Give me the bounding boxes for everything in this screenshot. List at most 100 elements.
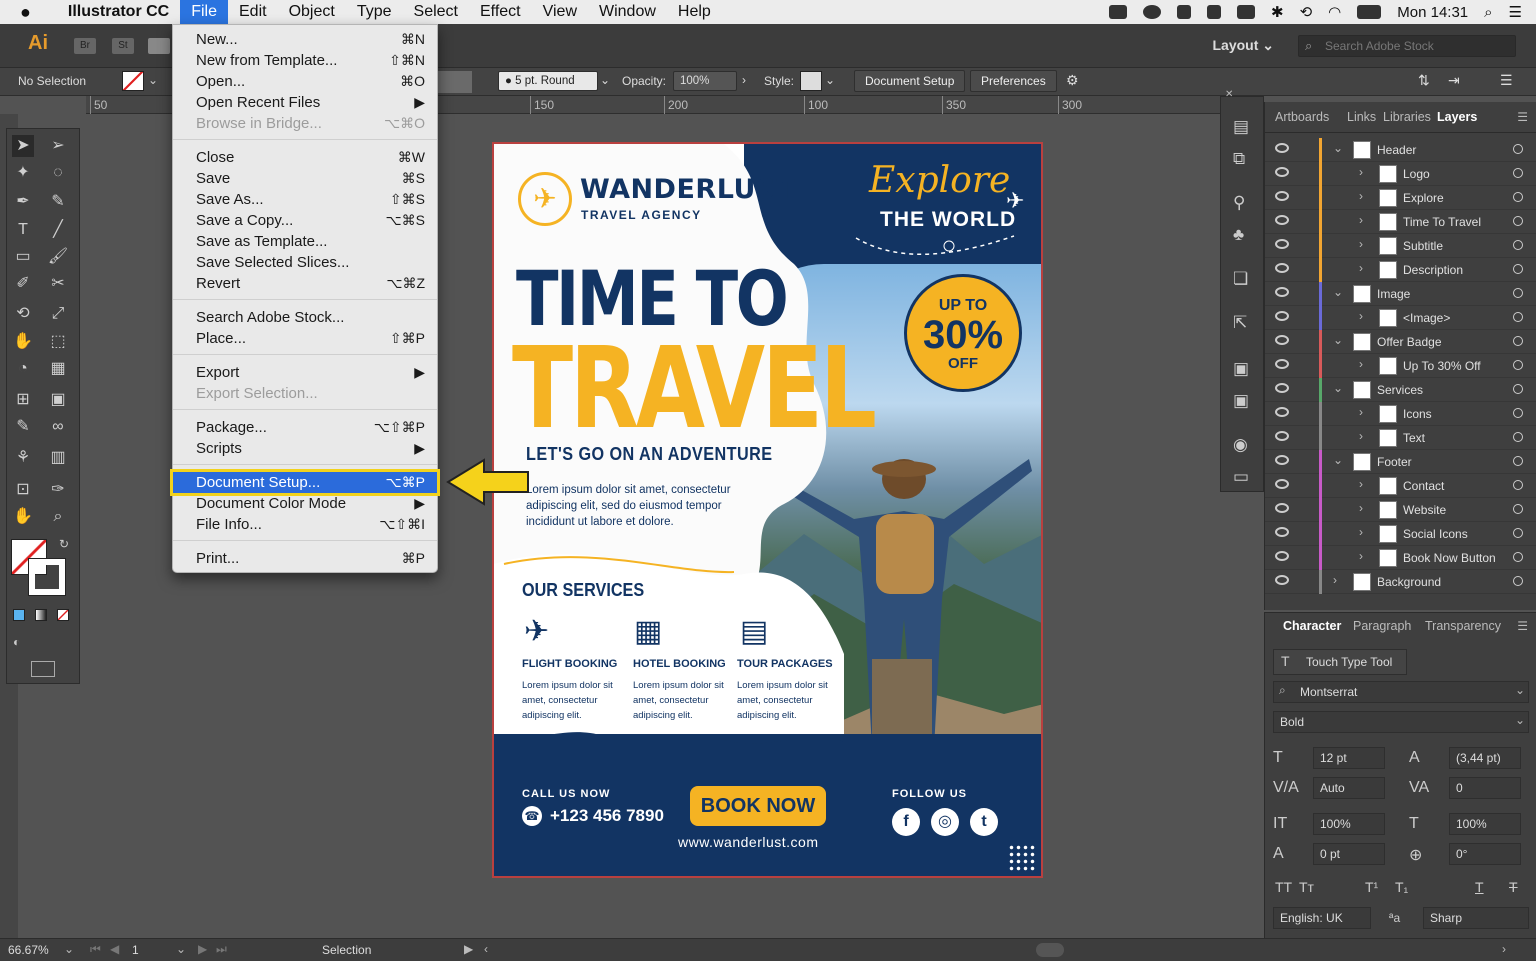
dock-close-icon[interactable]: ✕ <box>1225 89 1233 100</box>
chevron-right-icon[interactable]: › <box>1359 213 1363 227</box>
stroke-color-swatch[interactable] <box>28 558 66 596</box>
font-family-select[interactable]: Montserrat <box>1273 681 1529 703</box>
next-artboard-icon[interactable]: ▶ <box>198 942 207 956</box>
arrange-icon[interactable]: ⚙ <box>1066 72 1079 89</box>
subscript-icon[interactable]: T₁ <box>1395 879 1408 895</box>
puppet-warp-icon[interactable]: ✋ <box>12 331 34 353</box>
screen-mode-icon[interactable] <box>31 661 55 677</box>
time-machine-icon[interactable]: ⟲ <box>1300 3 1313 21</box>
visibility-eye-icon[interactable] <box>1275 551 1289 561</box>
menu-item-save-as[interactable]: Save As... ⇧⌘S <box>173 189 437 210</box>
target-circle-icon[interactable] <box>1513 144 1523 154</box>
menu-item-save[interactable]: Save ⌘S <box>173 168 437 189</box>
tab-layers[interactable]: Layers <box>1437 110 1477 124</box>
target-circle-icon[interactable] <box>1513 456 1523 466</box>
paintbrush-icon[interactable]: 🖌 <box>47 246 69 268</box>
layer-row[interactable]: › Text <box>1265 426 1536 450</box>
layer-row[interactable]: › Book Now Button <box>1265 546 1536 570</box>
swap-colors-icon[interactable]: ↻ <box>59 537 69 551</box>
spotlight-icon[interactable]: ⌕ <box>1484 4 1492 21</box>
zoom-tool-icon[interactable]: ⌕ <box>47 506 69 528</box>
chevron-right-icon[interactable]: › <box>1359 501 1363 515</box>
bridge-button[interactable]: Br <box>74 38 96 54</box>
export-panel-icon[interactable]: ⇱ <box>1233 313 1247 333</box>
menu-item-document-color-mode[interactable]: Document Color Mode ▶ <box>173 493 437 514</box>
opacity-arrow-icon[interactable]: › <box>742 73 746 87</box>
stock-button[interactable]: St <box>112 38 134 54</box>
layers-panel-icon[interactable]: ▣ <box>1233 391 1249 411</box>
artboard[interactable]: ✈ WANDERLUST TRAVEL AGENCY Explore THE W… <box>492 142 1043 878</box>
target-circle-icon[interactable] <box>1513 408 1523 418</box>
target-circle-icon[interactable] <box>1513 432 1523 442</box>
chevron-down-icon[interactable]: ⌄ <box>1333 141 1343 155</box>
target-circle-icon[interactable] <box>1513 504 1523 514</box>
menu-help[interactable]: Help <box>667 0 722 24</box>
all-caps-icon[interactable]: TT <box>1275 879 1292 895</box>
pen-tool-icon[interactable]: ✒ <box>12 191 34 213</box>
language-select[interactable]: English: UK <box>1273 907 1371 929</box>
arrange-documents-icon[interactable] <box>148 38 170 54</box>
chevron-down-icon[interactable]: ⌄ <box>1333 285 1343 299</box>
tracking-field[interactable]: 0 <box>1449 777 1521 799</box>
layer-row[interactable]: › <Image> <box>1265 306 1536 330</box>
menu-item-open[interactable]: Open... ⌘O <box>173 71 437 92</box>
menu-item-open-recent[interactable]: Open Recent Files ▶ <box>173 92 437 113</box>
visibility-eye-icon[interactable] <box>1275 311 1289 321</box>
layer-row[interactable]: › Background <box>1265 570 1536 594</box>
menu-window[interactable]: Window <box>588 0 667 24</box>
app-menu[interactable]: Illustrator CC <box>42 0 180 24</box>
align-icon[interactable]: ⇅ <box>1418 72 1430 89</box>
menu-view[interactable]: View <box>532 0 588 24</box>
perspective-grid-icon[interactable]: ▦ <box>47 358 69 380</box>
draw-mode-icon[interactable]: ◐ <box>13 635 20 649</box>
target-circle-icon[interactable] <box>1513 576 1523 586</box>
blend-tool-icon[interactable]: ∞ <box>47 416 69 438</box>
zoom-level[interactable]: 66.67% <box>8 943 49 957</box>
target-circle-icon[interactable] <box>1513 312 1523 322</box>
slice-tool-icon[interactable]: ✑ <box>47 479 69 501</box>
character-rotation-field[interactable]: 0° <box>1449 843 1521 865</box>
visibility-eye-icon[interactable] <box>1275 383 1289 393</box>
layer-row[interactable]: ⌄ Image <box>1265 282 1536 306</box>
layer-row[interactable]: › Explore <box>1265 186 1536 210</box>
menu-effect[interactable]: Effect <box>469 0 532 24</box>
magic-wand-icon[interactable]: ✦ <box>12 162 34 184</box>
scale-tool-icon[interactable]: ⤢ <box>47 303 69 325</box>
target-circle-icon[interactable] <box>1513 480 1523 490</box>
document-setup-button[interactable]: Document Setup <box>854 70 966 92</box>
color-mode-icon[interactable] <box>13 609 25 621</box>
shaper-tool-icon[interactable]: ✐ <box>12 273 34 295</box>
menu-item-new[interactable]: New... ⌘N <box>173 29 437 50</box>
target-circle-icon[interactable] <box>1513 336 1523 346</box>
layer-row[interactable]: › Description <box>1265 258 1536 282</box>
target-circle-icon[interactable] <box>1513 168 1523 178</box>
none-mode-icon[interactable] <box>57 609 69 621</box>
font-style-select[interactable]: Bold <box>1273 711 1529 733</box>
lasso-icon[interactable]: ◌ <box>47 162 69 184</box>
brush-dropdown-icon[interactable]: ⌄ <box>600 73 610 87</box>
transform-icon[interactable]: ⇥ <box>1448 72 1460 89</box>
target-circle-icon[interactable] <box>1513 264 1523 274</box>
menu-item-new-from-template[interactable]: New from Template... ⇧⌘N <box>173 50 437 71</box>
chevron-right-icon[interactable]: › <box>1359 429 1363 443</box>
tab-transparency[interactable]: Transparency <box>1425 619 1501 633</box>
curvature-tool-icon[interactable]: ✎ <box>47 191 69 213</box>
line-tool-icon[interactable]: ╱ <box>47 219 69 241</box>
fill-dropdown-icon[interactable]: ⌄ <box>148 73 158 87</box>
chevron-right-icon[interactable]: › <box>1359 549 1363 563</box>
scroll-right-icon[interactable]: › <box>1502 942 1506 956</box>
status-icon-2[interactable] <box>1143 5 1161 19</box>
visibility-eye-icon[interactable] <box>1275 263 1289 273</box>
visibility-eye-icon[interactable] <box>1275 455 1289 465</box>
tab-libraries[interactable]: Libraries <box>1383 110 1431 124</box>
layer-row[interactable]: › Website <box>1265 498 1536 522</box>
style-dropdown-icon[interactable]: ⌄ <box>1515 713 1525 727</box>
menu-item-print[interactable]: Print... ⌘P <box>173 548 437 569</box>
search-adobe-stock-input[interactable]: Search Adobe Stock <box>1298 35 1516 57</box>
layer-row[interactable]: ⌄ Footer <box>1265 450 1536 474</box>
target-circle-icon[interactable] <box>1513 192 1523 202</box>
dropbox-icon[interactable] <box>1177 5 1191 19</box>
tab-paragraph[interactable]: Paragraph <box>1353 619 1411 633</box>
underline-icon[interactable]: T <box>1475 879 1484 895</box>
chevron-down-icon[interactable]: ⌄ <box>1333 333 1343 347</box>
